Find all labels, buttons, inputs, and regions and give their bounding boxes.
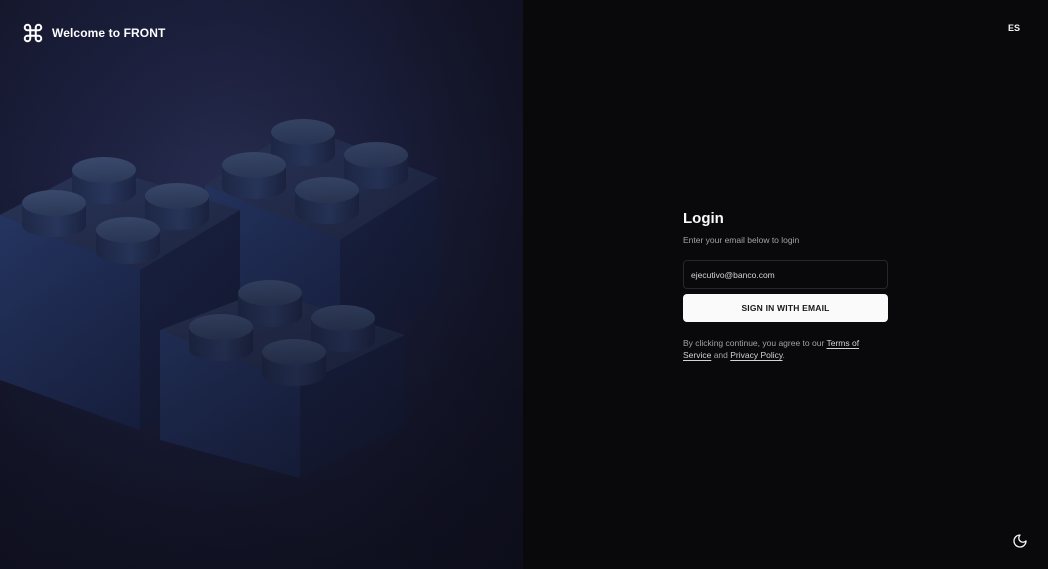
moon-icon[interactable] xyxy=(1012,533,1028,549)
login-subtitle: Enter your email below to login xyxy=(683,235,800,245)
email-input[interactable] xyxy=(683,260,888,289)
brand-header: Welcome to FRONT xyxy=(22,22,165,44)
language-switch[interactable]: ES xyxy=(1008,23,1020,33)
brand-title-strong: FRONT xyxy=(123,26,166,40)
hero-vignette xyxy=(0,0,523,569)
hero-panel: Welcome to FRONT xyxy=(0,0,523,569)
sign-in-with-email-button[interactable]: SIGN IN WITH EMAIL xyxy=(683,294,888,322)
login-page: Welcome to FRONT ES Login Enter your ema… xyxy=(0,0,1048,569)
login-heading: Login xyxy=(683,210,724,227)
login-form: Login Enter your email below to login SI… xyxy=(683,210,888,361)
terms-notice: By clicking continue, you agree to our T… xyxy=(683,337,888,361)
terms-suffix: . xyxy=(782,350,785,360)
terms-prefix: By clicking continue, you agree to our xyxy=(683,338,827,348)
brand-title: Welcome to FRONT xyxy=(52,26,165,40)
command-icon xyxy=(22,22,44,44)
auth-panel: ES Login Enter your email below to login… xyxy=(523,0,1048,569)
brand-title-prefix: Welcome to xyxy=(52,26,124,40)
privacy-policy-link[interactable]: Privacy Policy xyxy=(730,350,782,360)
terms-middle: and xyxy=(711,350,731,360)
